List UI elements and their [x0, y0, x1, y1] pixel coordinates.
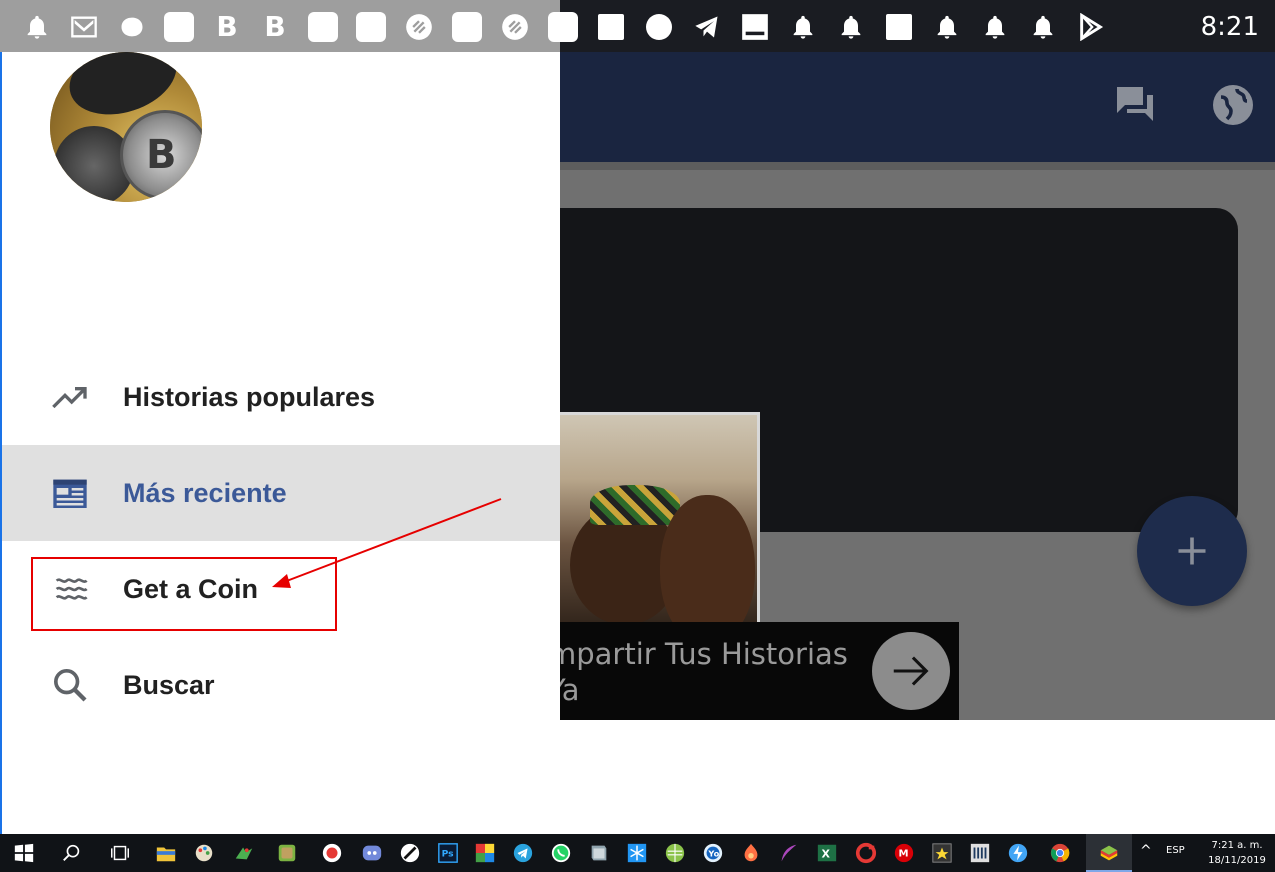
image-icon — [740, 12, 770, 42]
system-time: 7:21 a. m. — [1211, 840, 1263, 851]
globe-icon[interactable] — [1208, 80, 1258, 130]
mega-icon[interactable]: M — [892, 841, 916, 865]
add-story-button[interactable] — [1137, 496, 1247, 606]
menu-item-label: Historias populares — [123, 381, 376, 412]
photo-collage-icon[interactable] — [473, 841, 497, 865]
search-icon[interactable] — [60, 841, 84, 865]
telegram-icon[interactable] — [511, 841, 535, 865]
electroneum-icon — [500, 12, 530, 42]
bird-app-icon[interactable] — [232, 841, 256, 865]
feather-icon[interactable] — [777, 841, 801, 865]
blank-app-icon — [164, 12, 194, 42]
bell-icon — [980, 12, 1010, 42]
b-app-icon: B — [216, 10, 238, 43]
avatar[interactable]: B — [50, 52, 202, 202]
chevron-up-icon[interactable]: ^ — [1140, 843, 1152, 859]
menu-item-label: Más reciente — [123, 477, 287, 508]
paint-icon[interactable] — [192, 841, 216, 865]
system-clock[interactable]: 7:21 a. m. 18/11/2019 — [1205, 838, 1269, 868]
whatsapp-icon[interactable] — [549, 841, 573, 865]
blank-app-icon — [548, 12, 578, 42]
green-app-icon[interactable] — [275, 841, 299, 865]
svg-text:X: X — [822, 848, 831, 861]
feed-shadow — [560, 162, 1275, 170]
chrome-icon[interactable] — [1048, 841, 1072, 865]
share-story-line1: mpartir Tus Historias — [548, 637, 848, 671]
square-icon — [596, 12, 626, 42]
square-icon — [884, 12, 914, 42]
newspaper-icon — [48, 471, 92, 515]
yo-app-icon[interactable]: Yo — [701, 841, 725, 865]
share-story-text: mpartir Tus Historias Ya — [548, 636, 858, 708]
excel-icon[interactable]: X — [815, 841, 839, 865]
gmail-icon — [69, 12, 99, 42]
svg-text:Yo: Yo — [707, 849, 719, 859]
share-arrow-button[interactable] — [872, 632, 950, 710]
share-story-banner[interactable]: mpartir Tus Historias Ya — [548, 622, 959, 720]
task-view-icon[interactable] — [108, 841, 132, 865]
blank-app-icon — [308, 12, 338, 42]
bell-icon — [932, 12, 962, 42]
bluestacks-icon[interactable] — [1097, 841, 1121, 865]
blank-app-icon — [452, 12, 482, 42]
discord-icon[interactable] — [360, 841, 384, 865]
flame-app-icon[interactable] — [739, 841, 763, 865]
window-background — [0, 720, 1275, 834]
menu-item-mas-reciente[interactable]: Más reciente — [2, 445, 560, 541]
globe-app-icon[interactable] — [663, 841, 687, 865]
input-language[interactable]: ESP — [1166, 845, 1185, 856]
taskbar: Ps Yo X M ^ ESP 7:21 a. m. 18/11/2019 — [0, 834, 1275, 872]
chat-icon[interactable] — [1110, 80, 1160, 130]
app-toolbar — [560, 52, 1275, 162]
status-bar: B B 8:21 — [0, 0, 1275, 52]
equalizer-icon[interactable] — [968, 841, 992, 865]
book-app-icon[interactable] — [587, 841, 611, 865]
snowflake-app-icon[interactable] — [625, 841, 649, 865]
story-thumbnail[interactable] — [560, 412, 760, 634]
blank-app-icon — [356, 12, 386, 42]
menu-item-historias-populares[interactable]: Historias populares — [2, 349, 560, 445]
svg-text:Ps: Ps — [442, 849, 455, 860]
svg-text:M: M — [899, 849, 909, 860]
lightning-app-icon[interactable] — [1006, 841, 1030, 865]
share-story-line2: Ya — [548, 673, 580, 707]
status-clock: 8:21 — [1200, 12, 1259, 42]
system-date: 18/11/2019 — [1208, 855, 1266, 866]
telegram-icon — [692, 12, 722, 42]
bell-icon — [1028, 12, 1058, 42]
play-store-icon — [1076, 12, 1106, 42]
record-icon[interactable] — [320, 841, 344, 865]
circle-icon — [644, 12, 674, 42]
trending-up-icon — [48, 375, 92, 419]
b-app-icon: B — [264, 10, 286, 43]
inkscape-icon[interactable] — [398, 841, 422, 865]
windows-start-icon[interactable] — [12, 841, 36, 865]
plus-icon — [1178, 537, 1206, 565]
search-icon — [48, 663, 92, 707]
arrow-right-icon — [893, 656, 929, 686]
file-explorer-icon[interactable] — [154, 841, 178, 865]
ccleaner-icon[interactable] — [854, 841, 878, 865]
star-app-icon[interactable] — [930, 841, 954, 865]
screen: B B 8:21 mpartir Tus Historias Ya B Hist… — [0, 0, 1275, 872]
annotation-highlight-box — [31, 557, 337, 631]
bell-icon — [22, 12, 52, 42]
menu-item-label: Buscar — [123, 669, 215, 700]
bell-icon — [788, 12, 818, 42]
menu-item-buscar[interactable]: Buscar — [2, 637, 560, 733]
photoshop-icon[interactable]: Ps — [436, 841, 460, 865]
bell-icon — [836, 12, 866, 42]
cat-icon — [117, 12, 147, 42]
electroneum-icon — [404, 12, 434, 42]
